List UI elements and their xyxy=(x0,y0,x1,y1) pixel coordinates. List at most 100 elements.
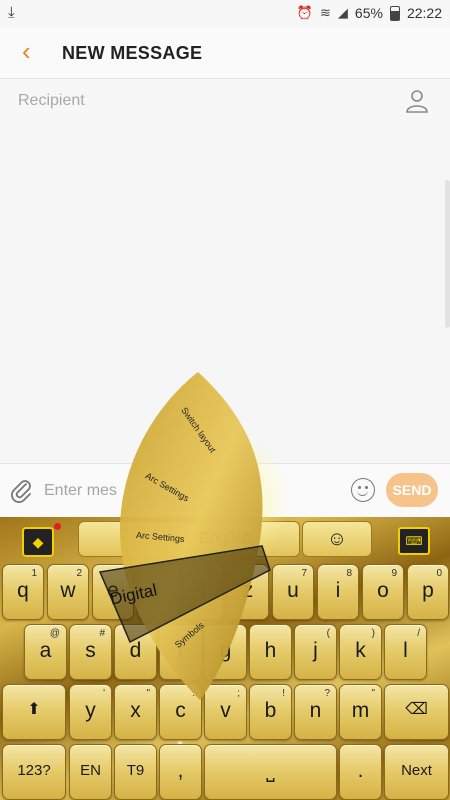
key-label: y xyxy=(85,699,96,722)
key-label: q xyxy=(17,579,29,602)
key-hint: 7 xyxy=(301,568,307,579)
key-label: i xyxy=(335,579,341,602)
key-j[interactable]: (j xyxy=(294,624,337,680)
notification-dot xyxy=(54,523,61,530)
key-hint: 0 xyxy=(436,568,442,579)
language-key[interactable]: EN xyxy=(69,744,112,800)
attach-icon[interactable] xyxy=(10,478,34,504)
back-arrow-icon[interactable]: ‹ xyxy=(22,36,31,67)
key-i[interactable]: 8i xyxy=(317,564,359,620)
key-label: Next xyxy=(401,762,432,779)
key-label: j xyxy=(313,639,318,662)
battery-icon xyxy=(389,5,400,21)
key-label: m xyxy=(351,699,370,722)
key-hint: " xyxy=(146,688,150,699)
language-bar[interactable]: English xyxy=(78,521,300,557)
period-key[interactable]: . xyxy=(339,744,382,800)
t9-key[interactable]: T9 xyxy=(114,744,157,800)
key-label: o xyxy=(377,579,389,602)
recipient-placeholder: Recipient xyxy=(18,92,85,109)
key-g[interactable]: g xyxy=(204,624,247,680)
key-x[interactable]: " x xyxy=(114,684,157,740)
send-button[interactable]: SEND xyxy=(386,473,438,507)
key-hint: / xyxy=(417,628,420,639)
key-n[interactable]: ? n xyxy=(294,684,337,740)
status-bar: ⤓ ⏰ ≋ ◢ 65% 22:22 xyxy=(0,0,450,28)
key-hint: ! xyxy=(282,688,285,699)
key-hint: # xyxy=(99,628,105,639)
key-l[interactable]: / l xyxy=(384,624,427,680)
key-c[interactable]: :c xyxy=(159,684,202,740)
message-input[interactable]: Enter mes xyxy=(44,482,117,500)
space-icon: ⎵ xyxy=(266,759,275,782)
key-label: v xyxy=(220,699,231,722)
download-icon: ⤓ xyxy=(8,4,15,21)
key-label: g xyxy=(219,639,232,662)
shift-icon: ⬆ xyxy=(27,701,41,718)
key-label: . xyxy=(357,759,364,782)
keyboard-hide-icon[interactable]: ⌨ xyxy=(398,527,430,555)
keyboard-logo-icon[interactable]: ◆ xyxy=(22,527,54,557)
key-s[interactable]: # s xyxy=(69,624,112,680)
key-k[interactable]: ) k xyxy=(339,624,382,680)
key-hint: ) xyxy=(371,628,375,639)
key-label: T9 xyxy=(126,762,145,779)
key-hint: ' xyxy=(103,688,105,699)
key-q[interactable]: 1q xyxy=(2,564,44,620)
key-hint: : xyxy=(192,688,195,699)
key-b[interactable]: ! b xyxy=(249,684,292,740)
app-bar: ‹ NEW MESSAGE xyxy=(0,28,450,78)
symbols-key[interactable]: 123? xyxy=(2,744,66,800)
key-label: p xyxy=(422,579,434,602)
battery-percent: 65% xyxy=(354,5,383,21)
key-label: k xyxy=(355,639,366,662)
keyboard-toolbar: ◆ English ☺ ⌨ xyxy=(0,517,450,563)
compose-bar: Enter mes SEND xyxy=(0,463,450,518)
key-label: n xyxy=(309,699,322,722)
key-u[interactable]: 7u xyxy=(272,564,314,620)
key-label: d xyxy=(129,639,142,662)
key-p[interactable]: 0p xyxy=(407,564,449,620)
next-key[interactable]: Next xyxy=(384,744,449,800)
key-y[interactable]: ' y xyxy=(69,684,112,740)
key-hint: ; xyxy=(237,688,240,699)
keyboard: ◆ English ☺ ⌨ 1q 2w e r t z 7u 8i 9o 0p … xyxy=(0,517,450,800)
shift-key[interactable]: ⬆ xyxy=(2,684,66,740)
emoji-icon[interactable] xyxy=(351,478,375,502)
key-label: w xyxy=(60,579,76,602)
scrollbar[interactable] xyxy=(445,180,450,328)
conversation-area xyxy=(0,125,450,463)
key-d[interactable]: d xyxy=(114,624,157,680)
recipient-field[interactable]: Recipient xyxy=(0,78,450,126)
space-key[interactable]: ⎵ xyxy=(204,744,337,800)
page-title: NEW MESSAGE xyxy=(62,43,203,63)
key-label: 123? xyxy=(17,762,51,779)
key-hint: " xyxy=(371,688,375,699)
key-label: a xyxy=(39,639,52,662)
key-hint: ? xyxy=(324,688,330,699)
emoji-key-icon[interactable]: ☺ xyxy=(302,521,372,557)
key-label: , xyxy=(177,759,184,782)
key-hint: 2 xyxy=(76,568,82,579)
key-hint: ( xyxy=(326,628,330,639)
key-v[interactable]: ; v xyxy=(204,684,247,740)
key-w[interactable]: 2w xyxy=(47,564,89,620)
key-label: x xyxy=(130,699,141,722)
key-label: b xyxy=(264,699,277,722)
comma-key[interactable]: , xyxy=(159,744,202,800)
key-label: z xyxy=(242,579,254,602)
key-h[interactable]: h xyxy=(249,624,292,680)
contact-icon[interactable] xyxy=(406,89,428,113)
backspace-key[interactable]: ⌫ xyxy=(384,684,449,740)
key-label: s xyxy=(85,639,96,662)
signal-icon: ◢ xyxy=(337,5,348,20)
language-label: English xyxy=(199,530,252,547)
key-z[interactable]: z xyxy=(227,564,269,620)
wifi-icon: ≋ xyxy=(320,5,331,20)
key-o[interactable]: 9o xyxy=(362,564,404,620)
key-m[interactable]: " m xyxy=(339,684,382,740)
key-label: c xyxy=(175,699,186,722)
key-a[interactable]: @ a xyxy=(24,624,67,680)
key-label: EN xyxy=(80,762,101,779)
key-t[interactable]: t xyxy=(182,564,224,620)
